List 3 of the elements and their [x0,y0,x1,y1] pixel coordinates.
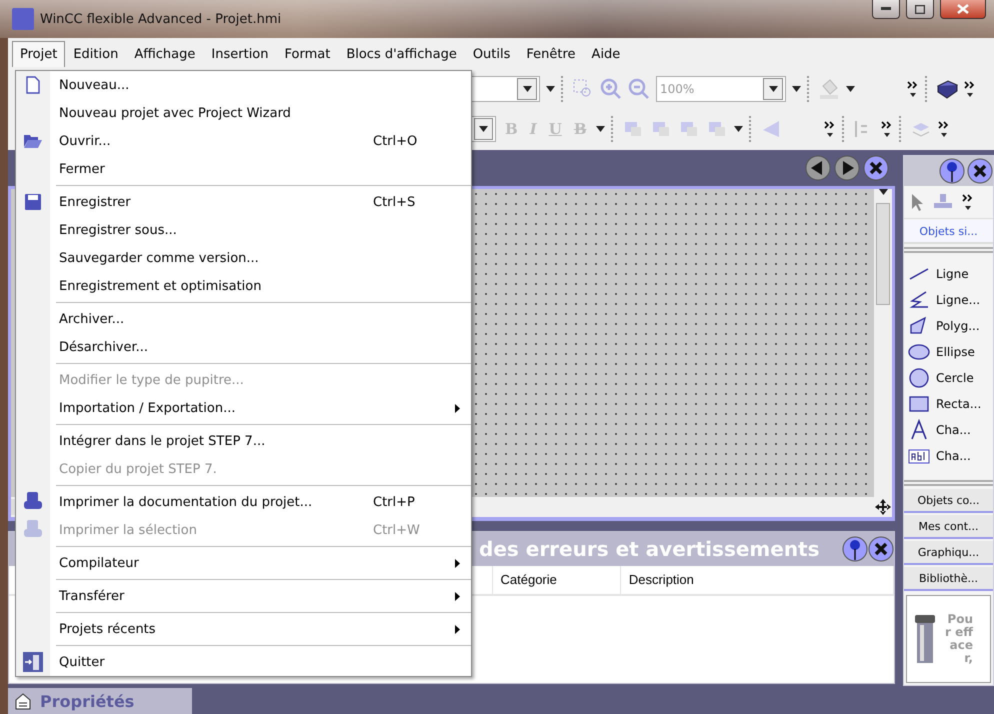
window-title: WinCC flexible Advanced - Projet.hmi [40,12,282,26]
hint-text: Pour effacer, [944,612,973,666]
panel-title: des erreurs et avertissements [478,536,821,561]
